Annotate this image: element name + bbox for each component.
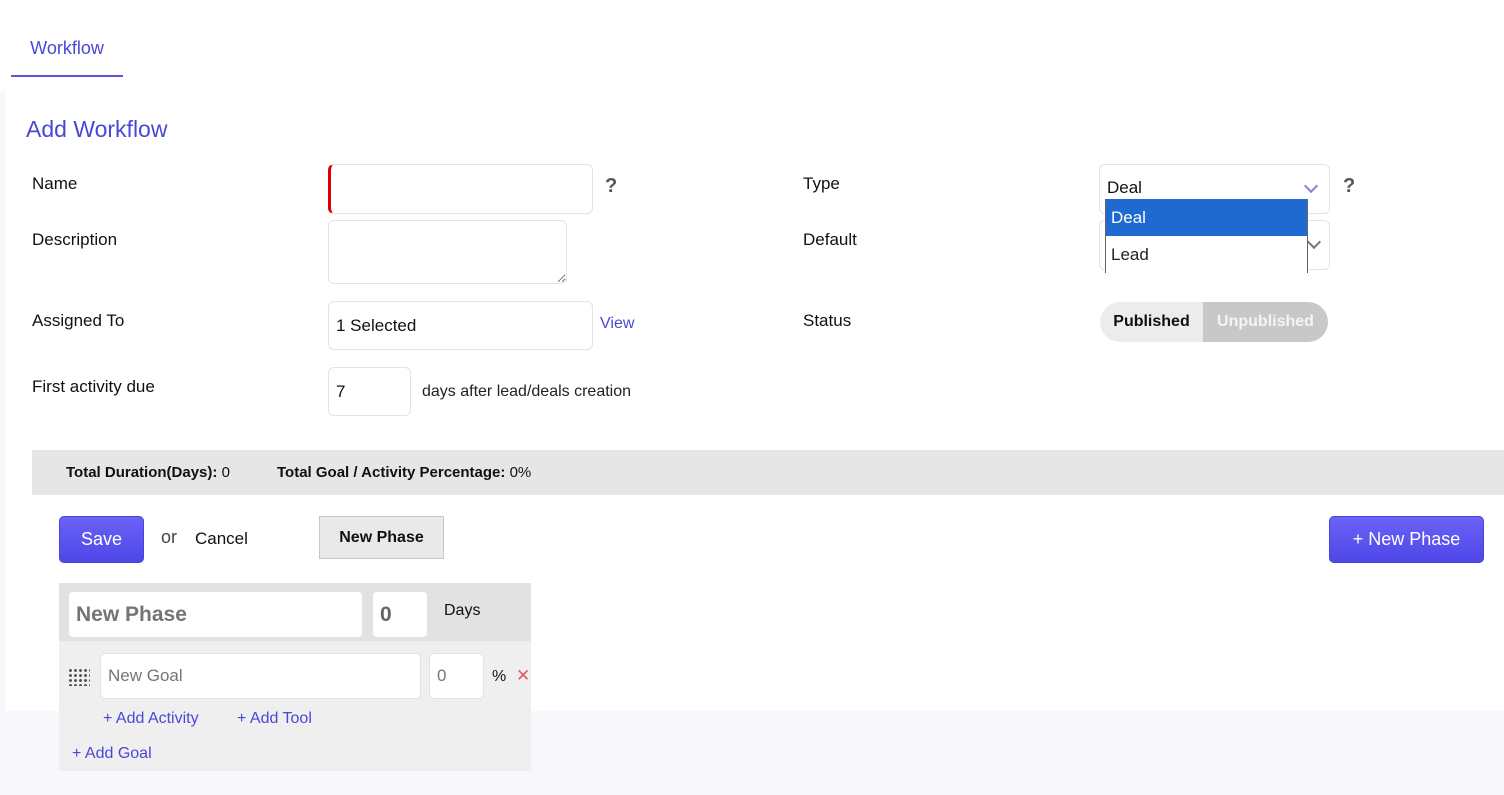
phase-days-label: Days [444, 602, 481, 619]
description-label: Description [32, 230, 118, 249]
tab-workflow[interactable]: Workflow [11, 24, 123, 77]
type-dropdown-list: Deal Lead [1105, 199, 1308, 273]
cancel-button[interactable]: Cancel [195, 529, 248, 549]
goal-name-input[interactable] [100, 653, 421, 699]
add-activity-link[interactable]: + Add Activity [103, 710, 199, 728]
add-tool-link[interactable]: + Add Tool [237, 710, 312, 728]
phase-name-input[interactable] [68, 591, 363, 638]
default-label: Default [803, 230, 857, 249]
status-label: Status [803, 311, 852, 330]
save-button[interactable]: Save [59, 516, 144, 563]
add-new-phase-button[interactable]: + New Phase [1329, 516, 1484, 563]
phase-card: Days % ✕ + Add Activity + Add Tool + Add… [59, 583, 531, 771]
status-unpublished-option[interactable]: Unpublished [1203, 302, 1328, 342]
percent-symbol: % [492, 668, 507, 685]
new-phase-tab-button[interactable]: New Phase [319, 516, 444, 559]
name-label: Name [32, 174, 78, 193]
summary-bar: Total Duration(Days): 0 Total Goal / Act… [32, 450, 1504, 495]
name-input[interactable] [328, 164, 593, 214]
or-text: or [161, 527, 178, 547]
page-title: Add Workflow [26, 116, 168, 142]
drag-handle-icon[interactable] [68, 668, 90, 686]
description-textarea[interactable] [328, 220, 567, 284]
type-option-lead[interactable]: Lead [1106, 236, 1307, 273]
add-goal-link[interactable]: + Add Goal [72, 745, 152, 763]
chevron-down-icon [1303, 178, 1319, 194]
type-select-value: Deal [1107, 178, 1142, 197]
type-option-deal[interactable]: Deal [1106, 199, 1307, 236]
type-label: Type [803, 174, 840, 193]
status-toggle: Published Unpublished [1100, 302, 1328, 342]
total-goal-percentage: Total Goal / Activity Percentage: 0% [277, 464, 532, 481]
view-assigned-link[interactable]: View [600, 315, 634, 333]
first-activity-suffix: days after lead/deals creation [422, 383, 632, 400]
top-bar: Workflow [0, 0, 1504, 91]
assigned-to-select[interactable]: 1 Selected [328, 301, 593, 350]
goal-percentage-input[interactable] [429, 653, 484, 699]
type-help-icon[interactable]: ? [1343, 175, 1355, 198]
first-activity-label: First activity due [32, 377, 155, 396]
first-activity-days-input[interactable] [328, 367, 411, 416]
chevron-down-icon [1306, 234, 1322, 250]
total-duration: Total Duration(Days): 0 [66, 464, 230, 481]
assigned-to-label: Assigned To [32, 311, 125, 330]
name-help-icon[interactable]: ? [605, 175, 617, 198]
remove-goal-icon[interactable]: ✕ [516, 666, 530, 686]
phase-days-input[interactable] [372, 591, 428, 638]
status-published-option[interactable]: Published [1100, 302, 1203, 342]
